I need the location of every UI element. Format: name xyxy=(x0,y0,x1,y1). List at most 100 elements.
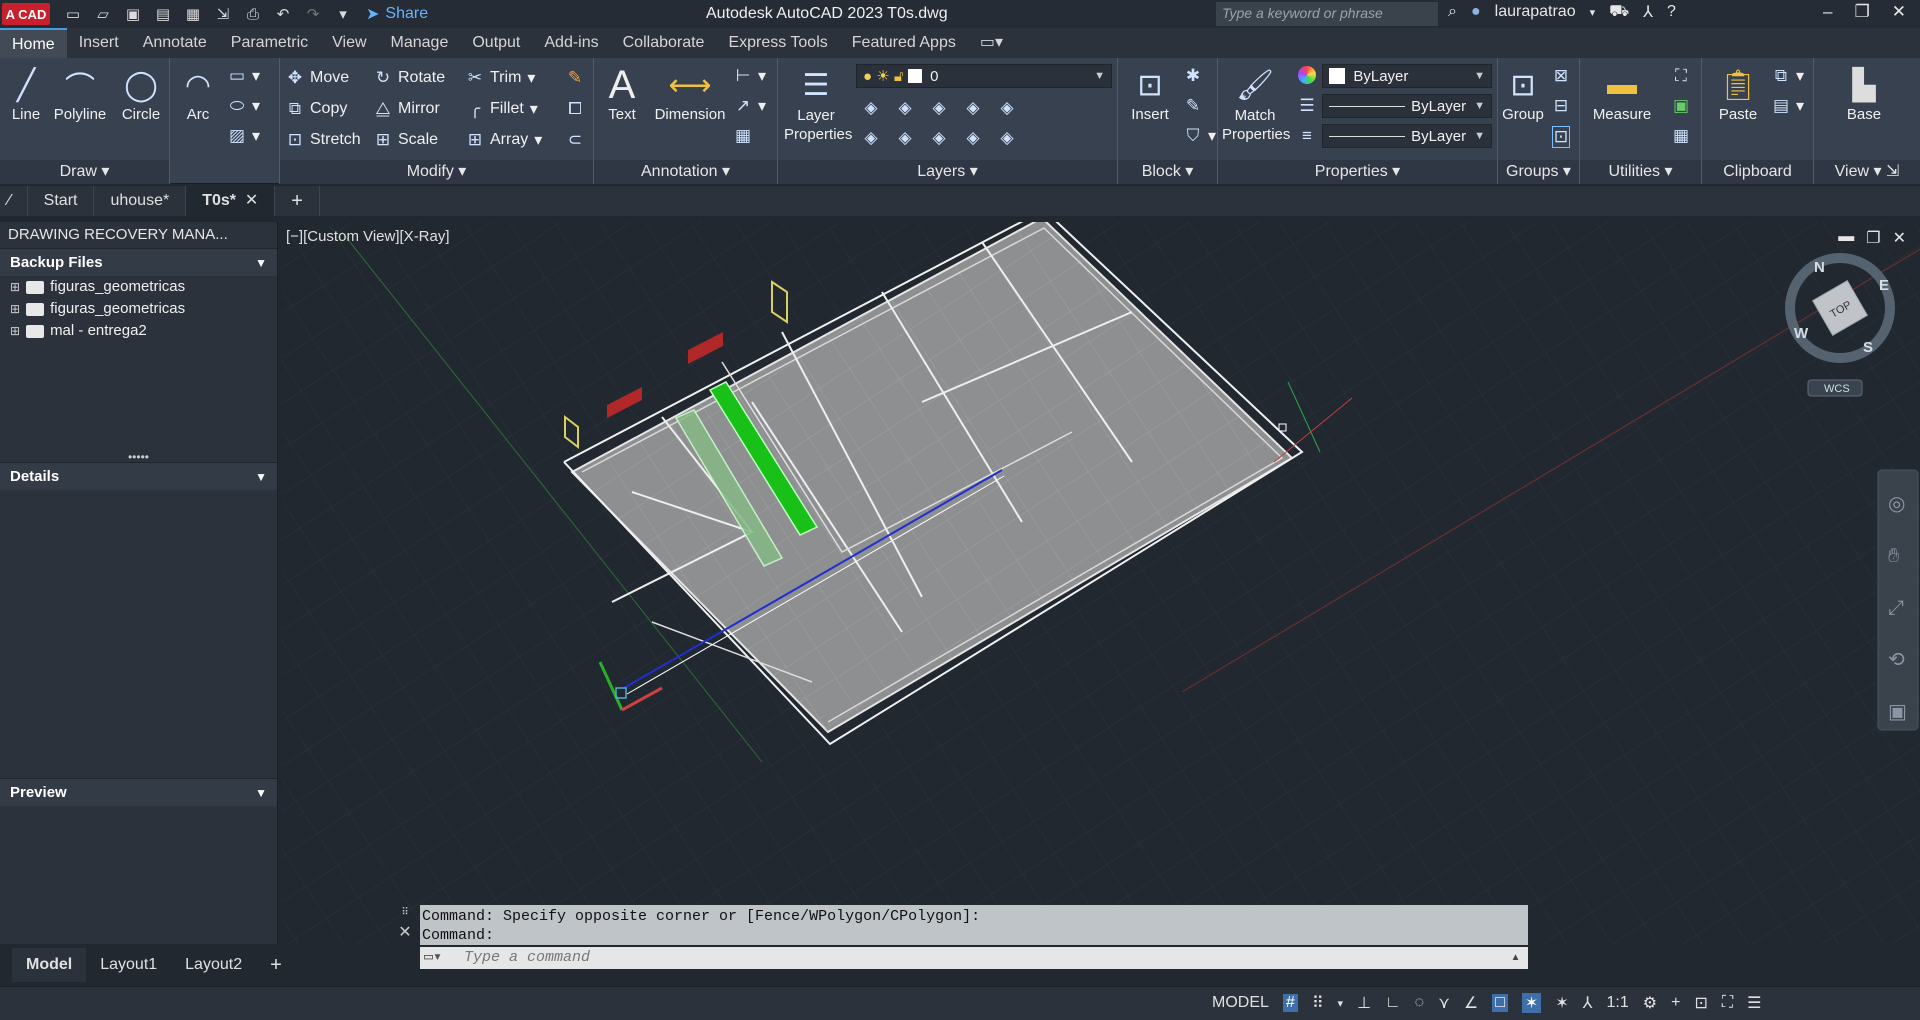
layer-thaw-icon[interactable]: ◈ xyxy=(930,128,948,148)
tab-view[interactable]: View xyxy=(320,28,378,58)
draw-panel-title[interactable]: Draw ▾ xyxy=(0,160,169,184)
user-icon[interactable]: ● xyxy=(1471,3,1481,21)
help-icon[interactable]: ? xyxy=(1667,3,1676,21)
trim-button[interactable]: ✂ Trim ▾ xyxy=(466,68,536,88)
base-button[interactable]: ▙ Base xyxy=(1834,64,1894,124)
layer-freeze-icon[interactable]: ◈ xyxy=(930,98,948,118)
share-button[interactable]: ➤ Share xyxy=(366,4,428,24)
snap-icon[interactable]: ⠿ xyxy=(1312,993,1324,1013)
steeringwheel-icon[interactable]: ◎ xyxy=(1888,493,1905,515)
calculator-button[interactable]: ▦ xyxy=(1672,126,1690,146)
tab-add-ins[interactable]: Add-ins xyxy=(532,28,610,58)
line-button[interactable]: ╱ Line xyxy=(6,64,46,124)
rotate-button[interactable]: ↻ Rotate xyxy=(374,68,445,88)
tab-home[interactable]: Home xyxy=(0,28,67,58)
command-history-toggle-icon[interactable]: ▴ xyxy=(1511,949,1520,967)
clipboard-panel-title[interactable]: Clipboard xyxy=(1702,160,1813,184)
command-prompt-icon[interactable]: ▭▾ xyxy=(424,949,442,967)
layer-on-icon[interactable]: ◈ xyxy=(862,128,880,148)
tab-manage[interactable]: Manage xyxy=(379,28,461,58)
details-section[interactable]: Details ▼ xyxy=(0,462,277,490)
search-input[interactable]: Type a keyword or phrase xyxy=(1216,2,1438,26)
new-tab-button[interactable]: + xyxy=(275,186,320,216)
layer-unisolate-icon[interactable]: ◈ xyxy=(896,128,914,148)
preview-section[interactable]: Preview ▼ xyxy=(0,778,277,806)
expand-icon[interactable]: ⊞ xyxy=(10,298,20,320)
pan-icon[interactable]: ✋︎ xyxy=(1888,545,1899,567)
rectangle-button[interactable]: ▭ ▾ xyxy=(228,66,260,86)
close-command-icon[interactable]: ✕ xyxy=(398,922,411,942)
infer-constraints-icon[interactable]: ⊥ xyxy=(1357,993,1371,1013)
tab-insert[interactable]: Insert xyxy=(67,28,131,58)
expand-icon[interactable]: ⊞ xyxy=(10,276,20,298)
drawing-viewport[interactable]: TOP N E S W WCS ◎ ✋︎ ⤢ ⟲ ▣ [−][Custom Vi… xyxy=(282,222,1920,944)
layer-off-icon[interactable]: ◈ xyxy=(862,98,880,118)
settings-gear-icon[interactable]: ⚙ xyxy=(1643,993,1657,1013)
save-as-icon[interactable]: ▤ xyxy=(154,5,172,23)
publish-icon[interactable]: ▦ xyxy=(184,5,202,23)
doc-tab-uhouse[interactable]: uhouse* xyxy=(94,186,187,216)
offset-button[interactable]: ⊂ xyxy=(566,130,584,150)
customize-menu-icon[interactable]: ☰ xyxy=(1747,993,1761,1013)
erase-button[interactable]: ✎ xyxy=(566,68,584,88)
select-all-button[interactable]: ▣ xyxy=(1672,96,1690,116)
plus-icon[interactable]: + xyxy=(1671,994,1680,1012)
insert-button[interactable]: ⊡ Insert xyxy=(1124,64,1176,124)
view-panel-title[interactable]: View ▾ ⇲ xyxy=(1814,160,1920,184)
group-select-button[interactable]: ⊡ xyxy=(1552,126,1570,148)
polar-tracking-icon[interactable]: ◌ xyxy=(1415,994,1425,1012)
copy-button[interactable]: ⧉ Copy xyxy=(286,99,347,119)
undo-icon[interactable]: ↶ xyxy=(274,5,292,23)
ellipse-button[interactable]: ⬭ ▾ xyxy=(228,96,260,116)
print-icon[interactable]: ⎙ xyxy=(244,5,262,23)
viewport-restore-icon[interactable]: ❐ xyxy=(1866,228,1880,248)
tab-express-tools[interactable]: Express Tools xyxy=(716,28,839,58)
leader-button[interactable]: ↗ ▾ xyxy=(734,96,766,116)
doc-tab-t0s[interactable]: T0s* ✕ xyxy=(186,186,276,216)
object-snap-tracking-icon[interactable]: ∠ xyxy=(1464,993,1478,1013)
layer-match-icon[interactable]: ◈ xyxy=(998,98,1016,118)
linetype-dropdown[interactable]: ByLayer ▼ xyxy=(1322,94,1492,118)
selection-cycling-icon[interactable]: ✶ xyxy=(1521,993,1542,1013)
fullscreen-icon[interactable]: ⛶ xyxy=(1722,994,1733,1012)
customize-qat-icon[interactable]: ▾ xyxy=(334,5,352,23)
paste-button[interactable]: 📋︎ Paste xyxy=(1710,64,1766,124)
measure-button[interactable]: ▬ Measure xyxy=(1586,64,1658,123)
showmotion-icon[interactable]: ▣ xyxy=(1888,701,1907,723)
viewport-minimize-icon[interactable]: ▬ xyxy=(1838,228,1854,248)
group-button[interactable]: ⊡ Group xyxy=(1500,64,1546,124)
user-name[interactable]: laurapatrao xyxy=(1495,3,1576,21)
groups-panel-title[interactable]: Groups ▾ xyxy=(1498,160,1579,184)
tab-model[interactable]: Model xyxy=(12,948,87,982)
expand-icon[interactable]: ⊞ xyxy=(10,320,20,342)
tab-featured-apps[interactable]: Featured Apps xyxy=(840,28,968,58)
ungroup-button[interactable]: ⊠ xyxy=(1552,66,1570,86)
orbit-icon[interactable]: ⟲ xyxy=(1888,649,1905,671)
annotation-panel-title[interactable]: Annotation ▾ xyxy=(594,160,777,184)
annotation-visibility-icon[interactable]: ✶ xyxy=(1555,993,1568,1013)
tree-item[interactable]: ⊞ figuras_geometricas xyxy=(0,276,277,298)
autoscale-icon[interactable]: ⅄ xyxy=(1583,993,1593,1013)
open-folder-icon[interactable]: ▱ xyxy=(94,5,112,23)
chevron-down-icon[interactable]: ▾ xyxy=(1590,6,1596,19)
utilities-panel-title[interactable]: Utilities ▾ xyxy=(1580,160,1701,184)
quick-select-button[interactable]: ⛶ xyxy=(1672,66,1690,86)
table-button[interactable]: ▦ xyxy=(734,126,752,146)
zoom-extents-icon[interactable]: ⤢ xyxy=(1888,597,1904,619)
doc-tab-start[interactable]: Start xyxy=(28,186,95,216)
menu-grip-icon[interactable]: ⁄ xyxy=(0,186,28,216)
export-icon[interactable]: ⇲ xyxy=(214,5,232,23)
layer-dropdown[interactable]: ● ☀ 🔓︎ 0 ▼ xyxy=(856,64,1112,88)
autodesk-account-icon[interactable]: ⅄ xyxy=(1643,2,1653,22)
copy-clip-button[interactable]: ⧉ ▾ xyxy=(1772,66,1804,86)
layers-panel-title[interactable]: Layers ▾ xyxy=(778,160,1117,184)
polyline-button[interactable]: ⌒ Polyline xyxy=(52,64,108,123)
modify-panel-title[interactable]: Modify ▾ xyxy=(280,160,593,184)
backup-files-section[interactable]: Backup Files ▼ xyxy=(0,248,277,276)
tab-layout2[interactable]: Layout2 xyxy=(171,956,256,974)
cart-icon[interactable]: ⛟ xyxy=(1609,2,1629,22)
grip-icon[interactable]: ⠿ xyxy=(401,907,408,918)
edit-block-button[interactable]: ✎ xyxy=(1184,96,1202,116)
circle-button[interactable]: ◯ Circle xyxy=(116,64,166,124)
tab-collaborate[interactable]: Collaborate xyxy=(611,28,717,58)
